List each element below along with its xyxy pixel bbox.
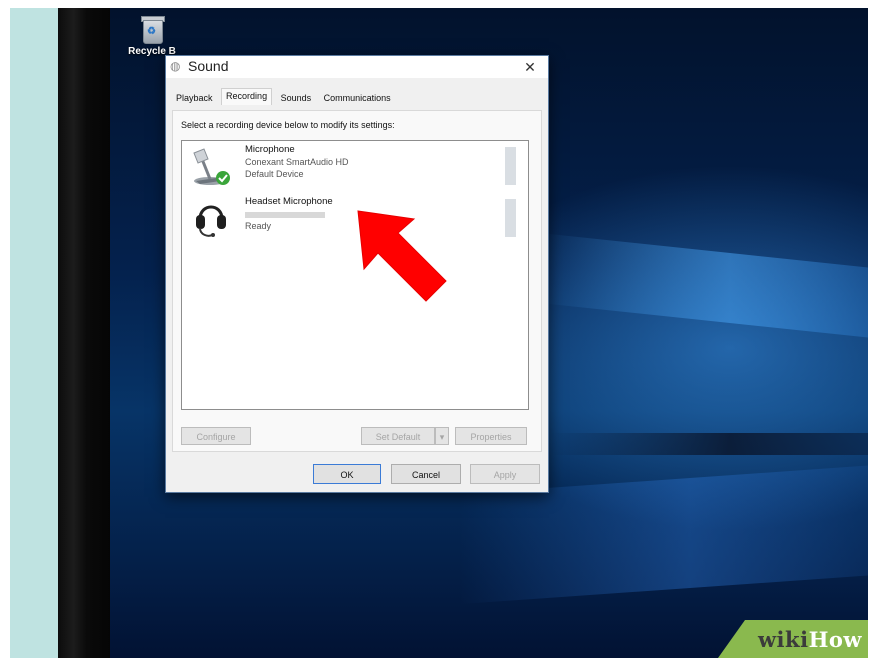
ok-button[interactable]: OK bbox=[313, 464, 381, 484]
list-item[interactable]: Microphone Conexant SmartAudio HD Defaul… bbox=[182, 141, 528, 193]
wallpaper-light-beam bbox=[540, 233, 868, 343]
tab-communications[interactable]: Communications bbox=[320, 91, 395, 105]
tab-playback[interactable]: Playback bbox=[172, 91, 217, 105]
dialog-title: Sound bbox=[188, 58, 229, 74]
properties-button[interactable]: Properties bbox=[455, 427, 527, 445]
recycle-bin-icon: ♻ bbox=[138, 14, 166, 44]
wikihow-logo: wikiHow bbox=[757, 627, 862, 652]
tab-bar: Playback Recording Sounds Communications bbox=[172, 88, 397, 108]
device-name: Microphone bbox=[245, 144, 295, 155]
device-status: Ready bbox=[245, 221, 272, 231]
device-detail: Conexant SmartAudio HD bbox=[245, 157, 349, 167]
instruction-text: Select a recording device below to modif… bbox=[181, 120, 395, 130]
recycle-bin[interactable]: ♻ Recycle B bbox=[122, 14, 182, 57]
tab-sounds[interactable]: Sounds bbox=[277, 91, 316, 105]
apply-button[interactable]: Apply bbox=[470, 464, 540, 484]
device-detail-redacted bbox=[245, 209, 325, 219]
level-meter bbox=[505, 147, 516, 185]
set-default-button[interactable]: Set Default bbox=[361, 427, 435, 445]
close-button[interactable]: ✕ bbox=[520, 56, 540, 78]
red-arrow-annotation bbox=[357, 210, 447, 302]
microphone-icon bbox=[193, 148, 230, 185]
device-name: Headset Microphone bbox=[245, 196, 333, 207]
dialog-titlebar[interactable]: ◍ Sound ✕ bbox=[166, 56, 548, 78]
wallpaper-shadow-beam bbox=[550, 433, 868, 455]
tab-recording[interactable]: Recording bbox=[221, 88, 273, 105]
set-default-dropdown[interactable]: ▾ bbox=[435, 427, 449, 445]
configure-button[interactable]: Configure bbox=[181, 427, 251, 445]
headset-icon bbox=[196, 205, 226, 237]
cancel-button[interactable]: Cancel bbox=[391, 464, 461, 484]
device-status: Default Device bbox=[245, 169, 304, 179]
level-meter bbox=[505, 199, 516, 237]
monitor-bezel bbox=[58, 8, 110, 658]
background-wall bbox=[10, 8, 58, 658]
speaker-icon: ◍ bbox=[170, 59, 181, 73]
